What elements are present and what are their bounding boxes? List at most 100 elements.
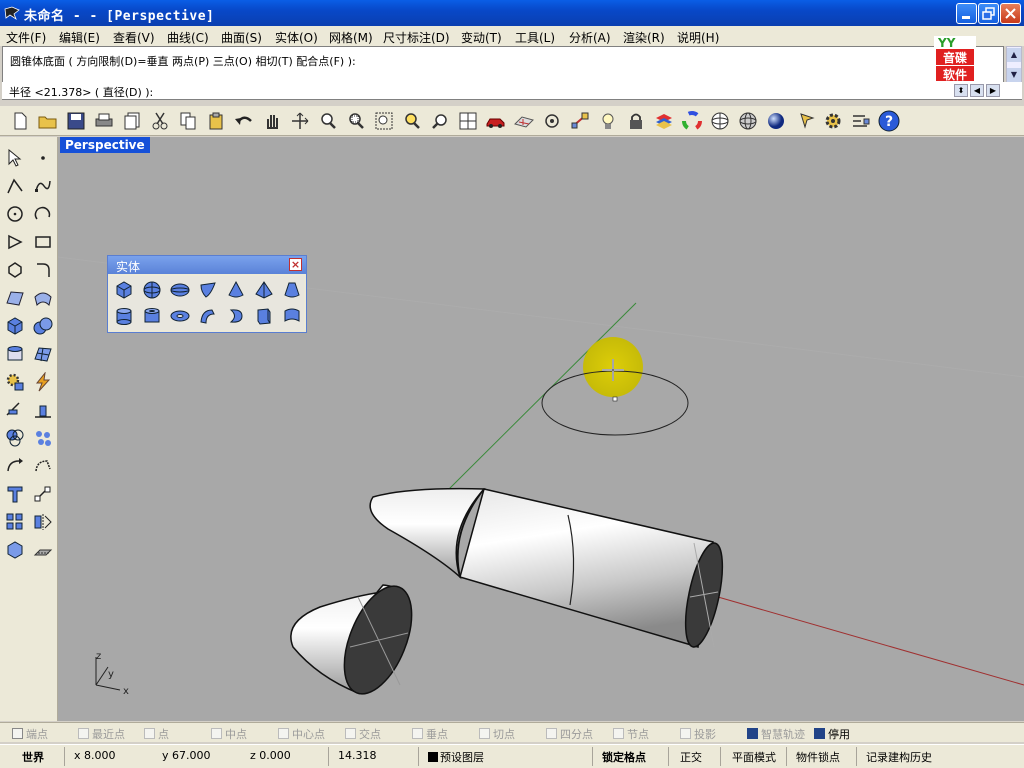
menu-help[interactable]: 说明(H) [677, 29, 719, 46]
revolve-solid-icon[interactable] [224, 304, 248, 328]
pyramid-icon[interactable] [252, 278, 276, 302]
solid-box-icon[interactable] [3, 314, 27, 338]
menu-view[interactable]: 查看(V) [113, 29, 155, 46]
osnap-disable[interactable]: 停用 [814, 726, 850, 742]
menu-surface[interactable]: 曲面(S) [221, 29, 262, 46]
cone-icon[interactable] [224, 278, 248, 302]
cylinder-icon[interactable] [112, 304, 136, 328]
surface-icon[interactable] [3, 286, 27, 310]
boolean-icon[interactable] [3, 426, 27, 450]
status-grid-snap[interactable]: 锁定格点 [602, 749, 646, 765]
perspective-viewport[interactable]: z y x Perspective [58, 137, 1024, 721]
mirror-icon[interactable] [31, 510, 55, 534]
car-icon[interactable] [485, 110, 507, 132]
osnap-quadrant[interactable]: 四分点 [546, 726, 593, 742]
import-icon[interactable] [121, 110, 143, 132]
status-cplane[interactable]: 世界 [22, 749, 44, 765]
menu-render[interactable]: 渲染(R) [623, 29, 665, 46]
osnap-perpendicular[interactable]: 垂点 [412, 726, 448, 742]
puzzle-gear-icon[interactable] [3, 370, 27, 394]
lightning-icon[interactable] [31, 370, 55, 394]
curve-icon[interactable] [31, 174, 55, 198]
zoom-icon[interactable] [317, 110, 339, 132]
new-file-icon[interactable] [9, 110, 31, 132]
color-wheel-icon[interactable] [681, 110, 703, 132]
zoom-selected-icon[interactable] [401, 110, 423, 132]
arc-dotted-icon[interactable] [31, 454, 55, 478]
osnap-intersection-checkbox[interactable] [345, 728, 356, 739]
menu-transform[interactable]: 变动(T) [461, 29, 502, 46]
snap-icon[interactable] [569, 110, 591, 132]
osnap-mid[interactable]: 中点 [211, 726, 247, 742]
osnap-perpendicular-checkbox[interactable] [412, 728, 423, 739]
sphere-icon[interactable] [140, 278, 164, 302]
menu-curve[interactable]: 曲线(C) [167, 29, 209, 46]
solid-panel-close-icon[interactable]: × [289, 258, 302, 271]
osnap-center[interactable]: 中心点 [278, 726, 325, 742]
ground-plane-icon[interactable] [31, 538, 55, 562]
block-icon[interactable] [3, 538, 27, 562]
pen-icon[interactable] [797, 110, 819, 132]
status-layer[interactable]: 预设图层 [428, 749, 484, 765]
osnap-quadrant-checkbox[interactable] [546, 728, 557, 739]
array-icon[interactable] [3, 510, 27, 534]
undo-icon[interactable] [233, 110, 255, 132]
paraboloid-icon[interactable] [196, 278, 220, 302]
zoom-extents-icon[interactable] [373, 110, 395, 132]
command-prompt[interactable]: 半径 <21.378> ( 直径(D) ): ⬍ ◀ ▶ [2, 82, 1022, 100]
open-folder-icon[interactable] [37, 110, 59, 132]
menu-mesh[interactable]: 网格(M) [329, 29, 373, 46]
command-scrollbar[interactable]: ▲ ▼ [1006, 46, 1022, 84]
polygon-icon[interactable] [3, 258, 27, 282]
menu-edit[interactable]: 编辑(E) [59, 29, 100, 46]
menu-tools[interactable]: 工具(L) [515, 29, 555, 46]
osnap-point[interactable]: 点 [144, 726, 169, 742]
redo-view-icon[interactable] [429, 110, 451, 132]
tube-icon[interactable] [140, 304, 164, 328]
close-button[interactable] [1000, 3, 1021, 24]
osnap-knot-checkbox[interactable] [613, 728, 624, 739]
dimension-icon[interactable] [3, 398, 27, 422]
grid-sphere-icon[interactable] [737, 110, 759, 132]
menu-analyze[interactable]: 分析(A) [569, 29, 611, 46]
rotate-curve-icon[interactable] [3, 454, 27, 478]
scroll-down-icon[interactable]: ▼ [1007, 68, 1021, 82]
status-planar[interactable]: 平面模式 [732, 749, 776, 765]
text-icon[interactable] [3, 482, 27, 506]
ellipse-icon[interactable] [3, 230, 27, 254]
osnap-end-checkbox[interactable] [12, 728, 23, 739]
copy-icon[interactable] [177, 110, 199, 132]
osnap-tangent[interactable]: 切点 [479, 726, 515, 742]
zoom-window-icon[interactable] [345, 110, 367, 132]
box-icon[interactable] [112, 278, 136, 302]
osnap-project-checkbox[interactable] [680, 728, 691, 739]
viewport-title-tab[interactable]: Perspective [60, 137, 150, 153]
solid-union-icon[interactable] [31, 314, 55, 338]
plane-icon[interactable] [513, 110, 535, 132]
mesh-cylinder-icon[interactable] [3, 342, 27, 366]
status-ortho[interactable]: 正交 [680, 749, 702, 765]
osnap-near[interactable]: 最近点 [78, 726, 125, 742]
render-sphere-icon[interactable] [765, 110, 787, 132]
prompt-right-icon[interactable]: ▶ [986, 84, 1000, 97]
solid-panel-titlebar[interactable]: 实体 × [108, 256, 306, 274]
options-icon[interactable] [850, 110, 872, 132]
osnap-near-checkbox[interactable] [78, 728, 89, 739]
scale-arrow-icon[interactable] [31, 482, 55, 506]
wireframe-sphere-icon[interactable] [709, 110, 731, 132]
target-icon[interactable] [541, 110, 563, 132]
arc-icon[interactable] [31, 202, 55, 226]
layer-icon[interactable] [653, 110, 675, 132]
cut-icon[interactable] [149, 110, 171, 132]
surface-solid-icon[interactable] [280, 304, 304, 328]
select-arrow-icon[interactable] [3, 146, 27, 170]
osnap-disable-checkbox[interactable] [814, 728, 825, 739]
osnap-project[interactable]: 投影 [680, 726, 716, 742]
rotate-view-icon[interactable] [289, 110, 311, 132]
osnap-mid-checkbox[interactable] [211, 728, 222, 739]
extrude-solid-icon[interactable] [252, 304, 276, 328]
minimize-button[interactable] [956, 3, 977, 24]
save-icon[interactable] [65, 110, 87, 132]
fillet-curve-icon[interactable] [31, 258, 55, 282]
scroll-up-icon[interactable]: ▲ [1007, 48, 1021, 62]
